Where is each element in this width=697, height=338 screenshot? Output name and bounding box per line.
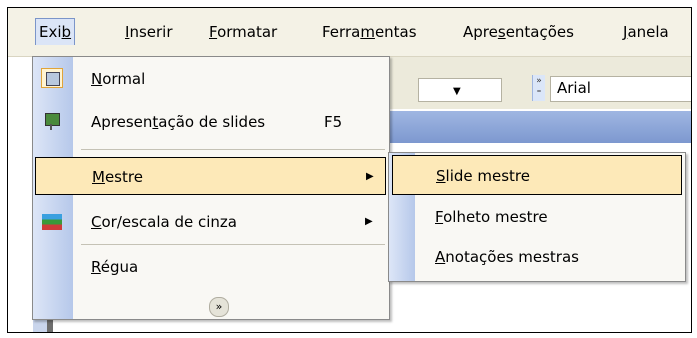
menu-accel: m	[360, 23, 375, 41]
menu-item-label: Apresentação de slides	[91, 113, 266, 131]
menu-label: ormatar	[217, 23, 278, 41]
menu-exibir[interactable]: Exib	[35, 18, 76, 45]
menu-label: Ferra	[322, 23, 361, 41]
menu-label: entações	[505, 23, 574, 41]
menu-item-regua[interactable]: Régua	[33, 248, 389, 286]
menu-separator	[81, 149, 385, 150]
shortcut-label: F5	[324, 113, 343, 131]
toolbar-grip-icon[interactable]: » ⁼	[532, 75, 545, 101]
menu-ferramentas[interactable]: Ferramentas	[319, 19, 420, 45]
submenu-arrow-icon: ▶	[365, 216, 373, 227]
menu-item-normal[interactable]: Normal	[33, 60, 389, 98]
view-menu-dropdown: Normal Apresentação de slides F5 Mestre …	[32, 56, 390, 320]
menu-item-label: Régua	[91, 258, 139, 276]
menu-label: anela	[627, 23, 669, 41]
normal-view-icon	[41, 68, 63, 88]
menu-separator	[81, 244, 385, 245]
menu-label: entas	[374, 23, 417, 41]
menu-accel: F	[209, 23, 218, 41]
menu-label: nserir	[129, 23, 173, 41]
menu-item-mestre[interactable]: Mestre ▶	[35, 157, 386, 195]
menu-janela[interactable]: Janela	[620, 19, 672, 45]
combo-dropdown-icon[interactable]: ▼	[453, 86, 461, 97]
menu-label: Exi	[39, 23, 62, 41]
menu-item-label: Normal	[91, 70, 146, 88]
master-submenu: Slide mestre Folheto mestre Anotações me…	[388, 152, 686, 282]
font-name-combo[interactable]: Arial	[550, 76, 691, 102]
color-grayscale-icon	[42, 214, 62, 230]
menu-accel: b	[61, 23, 72, 41]
submenu-arrow-icon: ▶	[366, 171, 374, 182]
menu-apresentacoes[interactable]: Apresentações	[460, 19, 577, 45]
menu-formatar[interactable]: Formatar	[206, 19, 280, 45]
menu-inserir[interactable]: Inserir	[122, 19, 176, 45]
screenshot-frame: ▼ » ⁼ Arial Exib Inserir Formatar Ferrame…	[7, 7, 692, 333]
submenu-item-notes-master[interactable]: Anotações mestras	[389, 237, 685, 277]
expand-menu-chevron-icon[interactable]: »	[209, 297, 229, 317]
submenu-item-slide-master[interactable]: Slide mestre	[392, 155, 682, 195]
menu-item-color-grayscale[interactable]: Cor/escala de cinza ▶	[33, 203, 389, 241]
submenu-item-label: Slide mestre	[436, 167, 530, 185]
menu-bar: Exib Inserir Formatar Ferramentas Aprese…	[8, 8, 691, 57]
submenu-item-handout-master[interactable]: Folheto mestre	[389, 197, 685, 237]
menu-item-label: Cor/escala de cinza	[91, 213, 237, 231]
submenu-item-label: Anotações mestras	[435, 248, 579, 266]
menu-label: Apre	[463, 23, 498, 41]
menu-accel: s	[497, 23, 506, 41]
submenu-item-label: Folheto mestre	[435, 208, 548, 226]
menu-item-label: Mestre	[92, 168, 143, 186]
menu-item-slideshow[interactable]: Apresentação de slides F5	[33, 103, 389, 141]
slideshow-icon	[41, 111, 63, 131]
font-name-value: Arial	[557, 79, 591, 97]
